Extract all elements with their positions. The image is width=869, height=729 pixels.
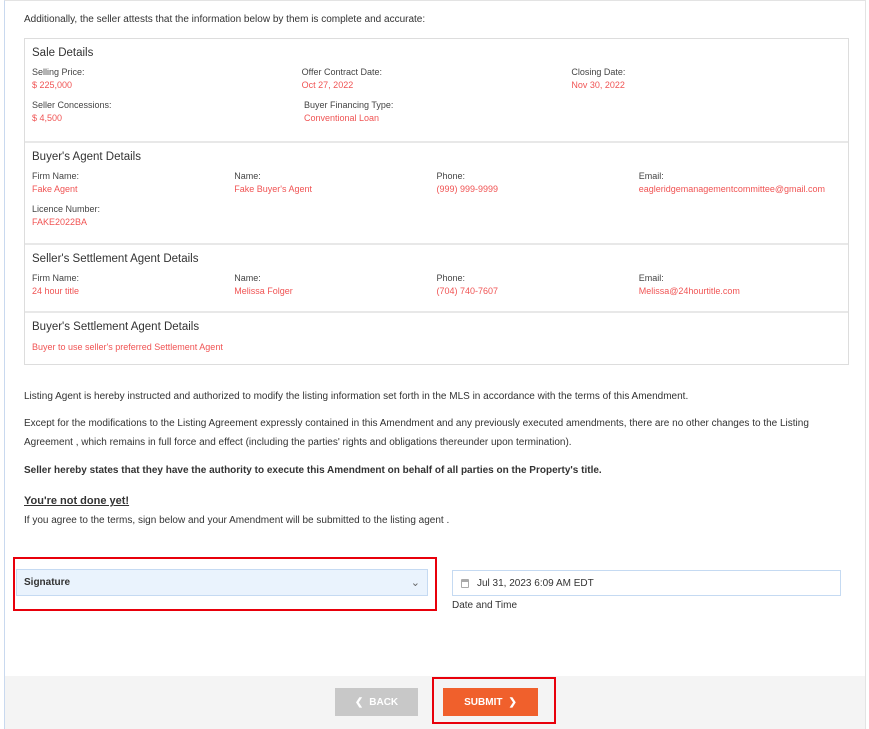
paragraph-authority: Seller hereby states that they have the … bbox=[24, 465, 602, 476]
field-label: Email: bbox=[638, 273, 664, 283]
section-title: Seller's Settlement Agent Details bbox=[32, 253, 199, 265]
agent-name: Fake Buyer's Agent bbox=[234, 184, 313, 194]
datetime-value: Jul 31, 2023 6:09 AM EDT bbox=[477, 577, 594, 589]
selling-price: $ 225,000 bbox=[32, 80, 73, 90]
buyer-settlement-value: Buyer to use seller's preferred Settleme… bbox=[32, 342, 223, 352]
section-title: Sale Details bbox=[32, 47, 94, 59]
licence-number: FAKE2022BA bbox=[32, 217, 88, 227]
field-label: Email: bbox=[638, 171, 664, 181]
field-label: Closing Date: bbox=[571, 67, 626, 77]
seller-settlement-section: Seller's Settlement Agent Details Firm N… bbox=[25, 245, 848, 313]
sale-details-section: Sale Details Selling Price: $ 225,000 Off… bbox=[25, 39, 848, 143]
datetime-input[interactable]: Jul 31, 2023 6:09 AM EDT bbox=[452, 570, 841, 596]
paragraph-listing-agent: Listing Agent is hereby instructed and a… bbox=[24, 391, 689, 402]
datetime-label: Date and Time bbox=[452, 600, 518, 611]
field-label: Buyer Financing Type: bbox=[304, 100, 394, 110]
field-label: Name: bbox=[234, 171, 261, 181]
phone: (704) 740-7607 bbox=[436, 286, 499, 296]
field-label: Seller Concessions: bbox=[32, 100, 112, 110]
field-label: Offer Contract Date: bbox=[301, 67, 383, 77]
buyer-financing-type: Conventional Loan bbox=[304, 113, 380, 123]
highlight-box bbox=[432, 677, 556, 724]
agree-text: If you agree to the terms, sign below an… bbox=[24, 515, 450, 526]
section-title: Buyer's Settlement Agent Details bbox=[32, 321, 200, 333]
firm-name: 24 hour title bbox=[32, 286, 80, 296]
chevron-left-icon: ❮ bbox=[354, 696, 364, 708]
phone: (999) 999-9999 bbox=[436, 184, 499, 194]
email: eagleridgemanagementcommittee@gmail.com bbox=[638, 184, 825, 194]
buyer-agent-section: Buyer's Agent Details Firm Name: Fake Age… bbox=[25, 143, 848, 245]
field-label: Phone: bbox=[436, 273, 466, 283]
not-done-heading: You're not done yet! bbox=[24, 495, 130, 507]
signature-value: Signature bbox=[24, 577, 71, 588]
details-box: Sale Details Selling Price: $ 225,000 Off… bbox=[24, 38, 849, 365]
back-label: BACK bbox=[369, 696, 399, 708]
email: Melissa@24hourtitle.com bbox=[638, 286, 740, 296]
field-label: Name: bbox=[234, 273, 261, 283]
paragraph-modifications: Except for the modifications to the List… bbox=[24, 418, 809, 448]
chevron-down-icon: ⌄ bbox=[410, 577, 420, 589]
back-button[interactable]: ❮ BACK bbox=[335, 688, 418, 716]
field-label: Phone: bbox=[436, 171, 466, 181]
field-label: Firm Name: bbox=[32, 273, 79, 283]
calendar-icon bbox=[461, 578, 469, 588]
field-label: Selling Price: bbox=[32, 67, 85, 77]
intro-text: Additionally, the seller attests that th… bbox=[24, 14, 426, 25]
firm-name: Fake Agent bbox=[32, 184, 78, 194]
field-label: Licence Number: bbox=[32, 204, 101, 214]
buyer-settlement-section: Buyer's Settlement Agent Details Buyer t… bbox=[25, 313, 848, 364]
section-title: Buyer's Agent Details bbox=[32, 151, 141, 163]
signature-select[interactable]: Signature ⌄ bbox=[16, 569, 428, 596]
agent-name: Melissa Folger bbox=[234, 286, 293, 296]
field-label: Firm Name: bbox=[32, 171, 79, 181]
offer-contract-date: Oct 27, 2022 bbox=[301, 80, 354, 90]
seller-concessions: $ 4,500 bbox=[32, 113, 63, 123]
closing-date: Nov 30, 2022 bbox=[571, 80, 625, 90]
